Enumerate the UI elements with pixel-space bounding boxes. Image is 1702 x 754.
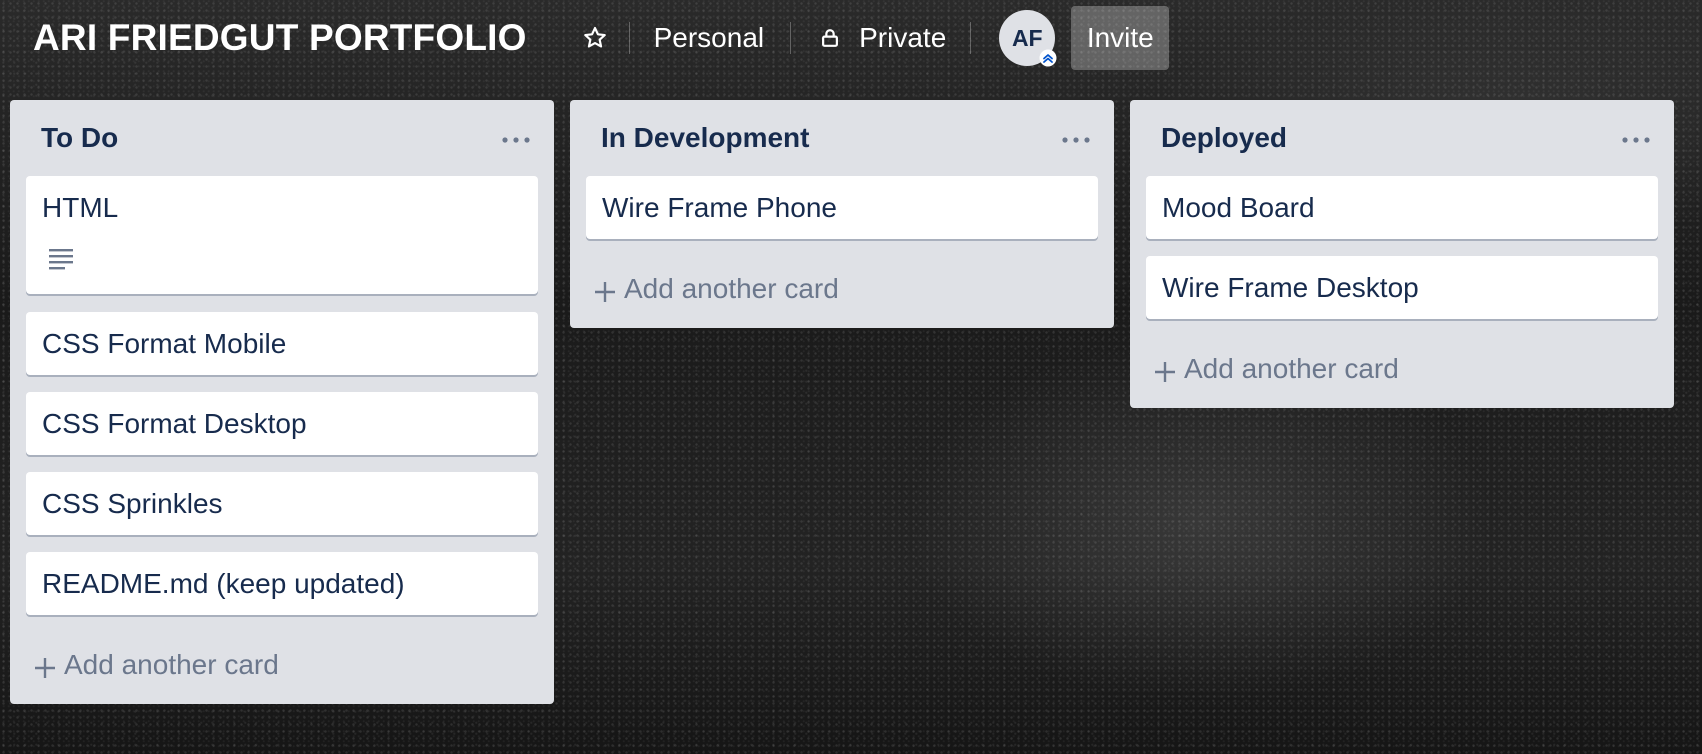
list-header: To Do xyxy=(10,100,554,176)
avatar-initials: AF xyxy=(1011,24,1043,51)
card[interactable]: HTML xyxy=(26,176,538,294)
invite-button[interactable]: Invite xyxy=(1071,6,1170,70)
card[interactable]: Wire Frame Desktop xyxy=(1146,256,1658,319)
add-card-button[interactable]: Add another card xyxy=(594,273,839,305)
add-card-button[interactable]: Add another card xyxy=(1154,353,1399,385)
card-title: Mood Board xyxy=(1162,192,1315,223)
list-deployed: Deployed Mood Board Wire Frame Desktop A… xyxy=(1130,100,1674,408)
list-header: In Development xyxy=(570,100,1114,176)
card[interactable]: Wire Frame Phone xyxy=(586,176,1098,239)
card[interactable]: CSS Format Mobile xyxy=(26,312,538,375)
list-header: Deployed xyxy=(1130,100,1674,176)
list-title[interactable]: Deployed xyxy=(1161,122,1287,154)
more-horizontal-icon[interactable] xyxy=(500,128,532,152)
list-title[interactable]: In Development xyxy=(601,122,809,154)
header-divider xyxy=(628,22,630,54)
privacy-label: Private xyxy=(859,22,947,53)
description-icon xyxy=(48,247,74,271)
add-card-label: Add another card xyxy=(64,649,279,680)
add-card-label: Add another card xyxy=(1184,353,1399,384)
plus-icon xyxy=(34,654,56,678)
card-title: Wire Frame Desktop xyxy=(1162,272,1419,303)
header-divider xyxy=(970,22,972,54)
member-avatar[interactable]: AF xyxy=(999,10,1057,67)
card-title: CSS Format Desktop xyxy=(42,408,307,439)
card-title: README.md (keep updated) xyxy=(42,568,405,599)
card-title: Wire Frame Phone xyxy=(602,192,837,223)
list-title[interactable]: To Do xyxy=(41,122,118,154)
board-header: ARI FRIEDGUT PORTFOLIO Personal Private … xyxy=(0,0,1702,76)
add-card-label: Add another card xyxy=(624,273,839,304)
card[interactable]: CSS Format Desktop xyxy=(26,392,538,455)
header-divider xyxy=(790,22,792,54)
card-title: CSS Format Mobile xyxy=(42,328,287,359)
card[interactable]: CSS Sprinkles xyxy=(26,472,538,535)
lock-icon xyxy=(819,27,841,49)
admin-chevron-icon xyxy=(1039,49,1057,67)
more-horizontal-icon[interactable] xyxy=(1620,128,1652,152)
plus-icon xyxy=(1154,358,1176,382)
card-title: CSS Sprinkles xyxy=(42,488,223,519)
more-horizontal-icon[interactable] xyxy=(1060,128,1092,152)
card-title: HTML xyxy=(42,192,119,223)
card[interactable]: Mood Board xyxy=(1146,176,1658,239)
list-in-development: In Development Wire Frame Phone Add anot… xyxy=(570,100,1114,328)
team-visibility-button[interactable]: Personal xyxy=(654,22,765,54)
team-label: Personal xyxy=(653,22,765,53)
privacy-button[interactable]: Private xyxy=(819,22,946,54)
plus-icon xyxy=(594,278,616,302)
star-icon[interactable] xyxy=(581,24,609,52)
list-to-do: To Do HTML CSS Format Mobile CSS Format … xyxy=(10,100,554,704)
board-title[interactable]: ARI FRIEDGUT PORTFOLIO xyxy=(33,17,527,59)
add-card-button[interactable]: Add another card xyxy=(34,649,279,681)
card[interactable]: README.md (keep updated) xyxy=(26,552,538,615)
